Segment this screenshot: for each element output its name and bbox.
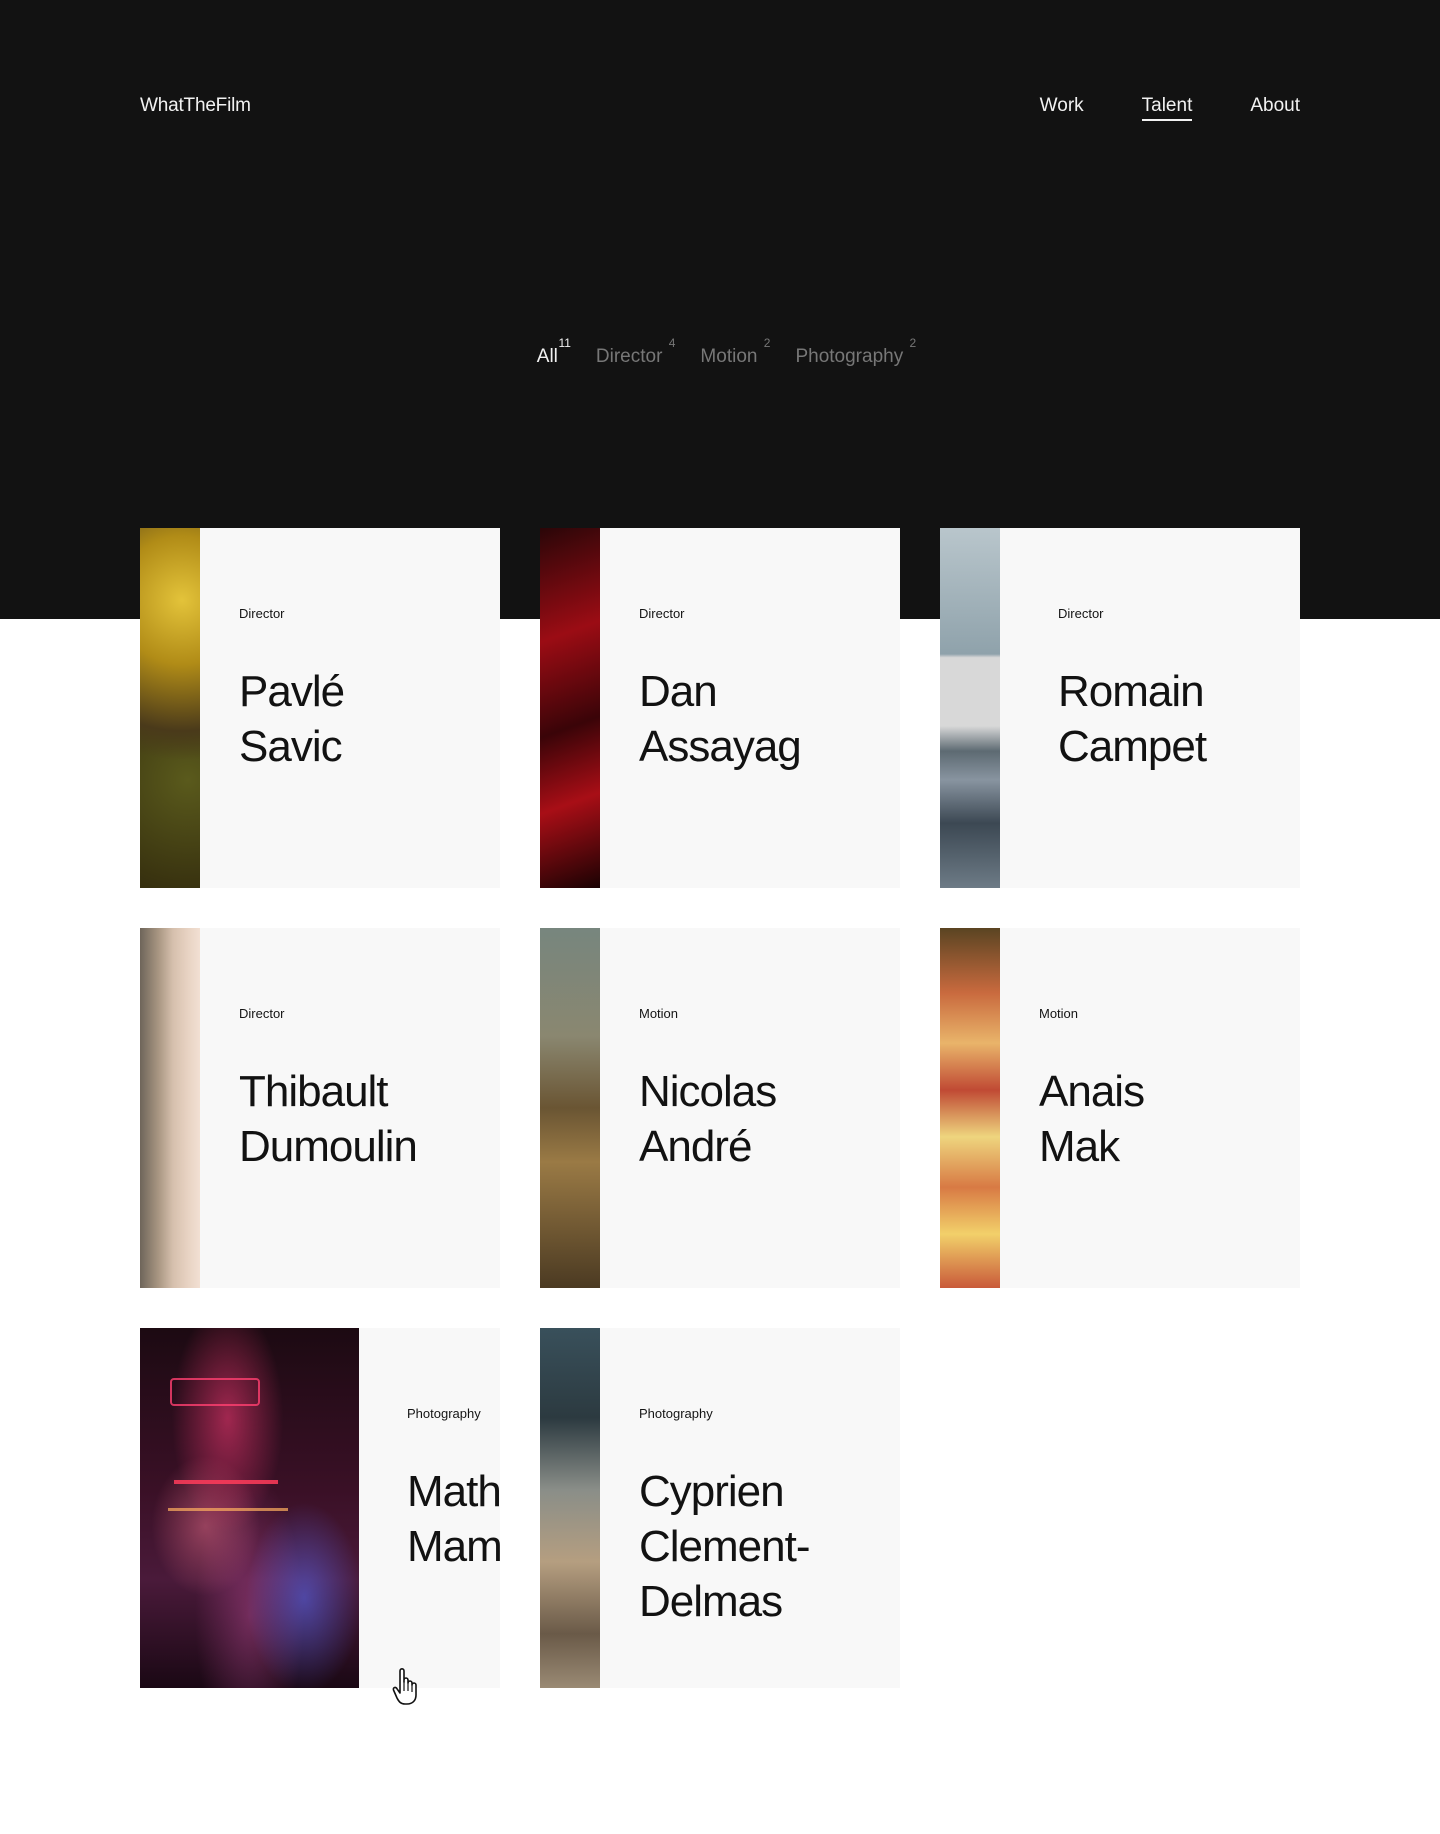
brand-logo[interactable]: WhatTheFilm: [140, 95, 251, 117]
talent-role: Motion: [639, 1006, 679, 1021]
talent-role: Motion: [1039, 1006, 1079, 1021]
talent-first-name: Anais: [1039, 1067, 1145, 1116]
talent-card-cyprien-clement-delmas[interactable]: Photography Cyprien Clement- Delmas: [540, 1328, 900, 1688]
talent-card-dan-assayag[interactable]: Director Dan Assayag: [540, 528, 900, 888]
neon-night-street-photo: [140, 1328, 359, 1688]
talent-first-name: Romain: [1058, 667, 1205, 716]
talent-first-name: Nicolas: [639, 1067, 777, 1116]
talent-name: Romain Campet: [1058, 664, 1207, 774]
talent-last-name: Assayag: [639, 722, 802, 771]
nav-work[interactable]: Work: [1040, 95, 1084, 117]
filter-count: 11: [558, 336, 571, 350]
talent-card-anais-mak[interactable]: Motion Anais Mak: [940, 928, 1300, 1288]
talent-name: Nicolas André: [639, 1064, 777, 1174]
talent-last-name: Campet: [1058, 722, 1207, 771]
filter-photography[interactable]: Photography 2: [795, 336, 916, 368]
talent-card-nicolas-andre[interactable]: Motion Nicolas André: [540, 928, 900, 1288]
golden-foliage-photo: [140, 528, 200, 888]
filter-motion[interactable]: Motion 2: [700, 336, 770, 368]
talent-last-name: Mak: [1039, 1122, 1120, 1171]
talent-card-pavle-savic[interactable]: Director Pavlé Savic: [140, 528, 500, 888]
talent-first-name: Dan: [639, 667, 718, 716]
talent-name: Math Mam: [407, 1464, 500, 1574]
talent-last-name: Clement-: [639, 1522, 810, 1571]
man-sitting-photo: [540, 1328, 600, 1688]
talent-last-name: Dumoulin: [239, 1122, 418, 1171]
talent-role: Photography: [407, 1406, 481, 1421]
filter-director[interactable]: Director 4: [595, 336, 676, 368]
nav-about[interactable]: About: [1250, 95, 1300, 117]
talent-name: Anais Mak: [1039, 1064, 1145, 1174]
filter-label: All: [536, 346, 558, 367]
talent-role: Director: [639, 606, 685, 621]
talent-first-name: Thibault: [239, 1067, 389, 1116]
talent-last-name: Savic: [239, 722, 343, 771]
talent-role: Photography: [639, 1406, 713, 1421]
nav-talent[interactable]: Talent: [1141, 95, 1192, 121]
talent-role: Director: [239, 1006, 285, 1021]
filter-count: 2: [909, 336, 917, 350]
filter-count: 4: [668, 336, 676, 350]
hero-section: [0, 0, 1440, 619]
talent-first-name: Pavlé: [239, 667, 345, 716]
woman-portrait-photo: [140, 928, 200, 1288]
talent-name: Cyprien Clement- Delmas: [639, 1464, 810, 1629]
talent-role: Director: [1058, 606, 1104, 621]
hand-pointer-cursor-icon: [392, 1668, 417, 1705]
talent-last-name: André: [639, 1122, 752, 1171]
talent-name: Thibault Dumoulin: [239, 1064, 418, 1174]
child-desert-photo: [540, 928, 600, 1288]
fruit-pieces-photo: [940, 928, 1000, 1288]
filter-label: Photography: [795, 346, 904, 367]
filter-count: 2: [763, 336, 771, 350]
talent-name: Pavlé Savic: [239, 664, 345, 774]
talent-card-thibault-dumoulin[interactable]: Director Thibault Dumoulin: [140, 928, 500, 1288]
filter-label: Director: [595, 346, 663, 367]
talent-last-name: Mam: [407, 1522, 500, 1571]
filter-label: Motion: [700, 346, 758, 367]
talent-first-name: Cyprien: [639, 1467, 785, 1516]
talent-first-name: Math: [407, 1467, 500, 1516]
filter-bar: All 11 Director 4 Motion 2 Photography 2: [0, 336, 1440, 368]
snowy-landscape-photo: [940, 528, 1000, 888]
talent-name: Dan Assayag: [639, 664, 802, 774]
filter-all[interactable]: All 11: [536, 336, 571, 368]
main-nav: Work Talent About: [982, 95, 1300, 121]
talent-last-name-cont: Delmas: [639, 1577, 783, 1626]
talent-card-romain-campet[interactable]: Director Romain Campet: [940, 528, 1300, 888]
talent-card-math-mam[interactable]: Photography Math Mam: [140, 1328, 500, 1688]
talent-role: Director: [239, 606, 285, 621]
red-fabric-photo: [540, 528, 600, 888]
